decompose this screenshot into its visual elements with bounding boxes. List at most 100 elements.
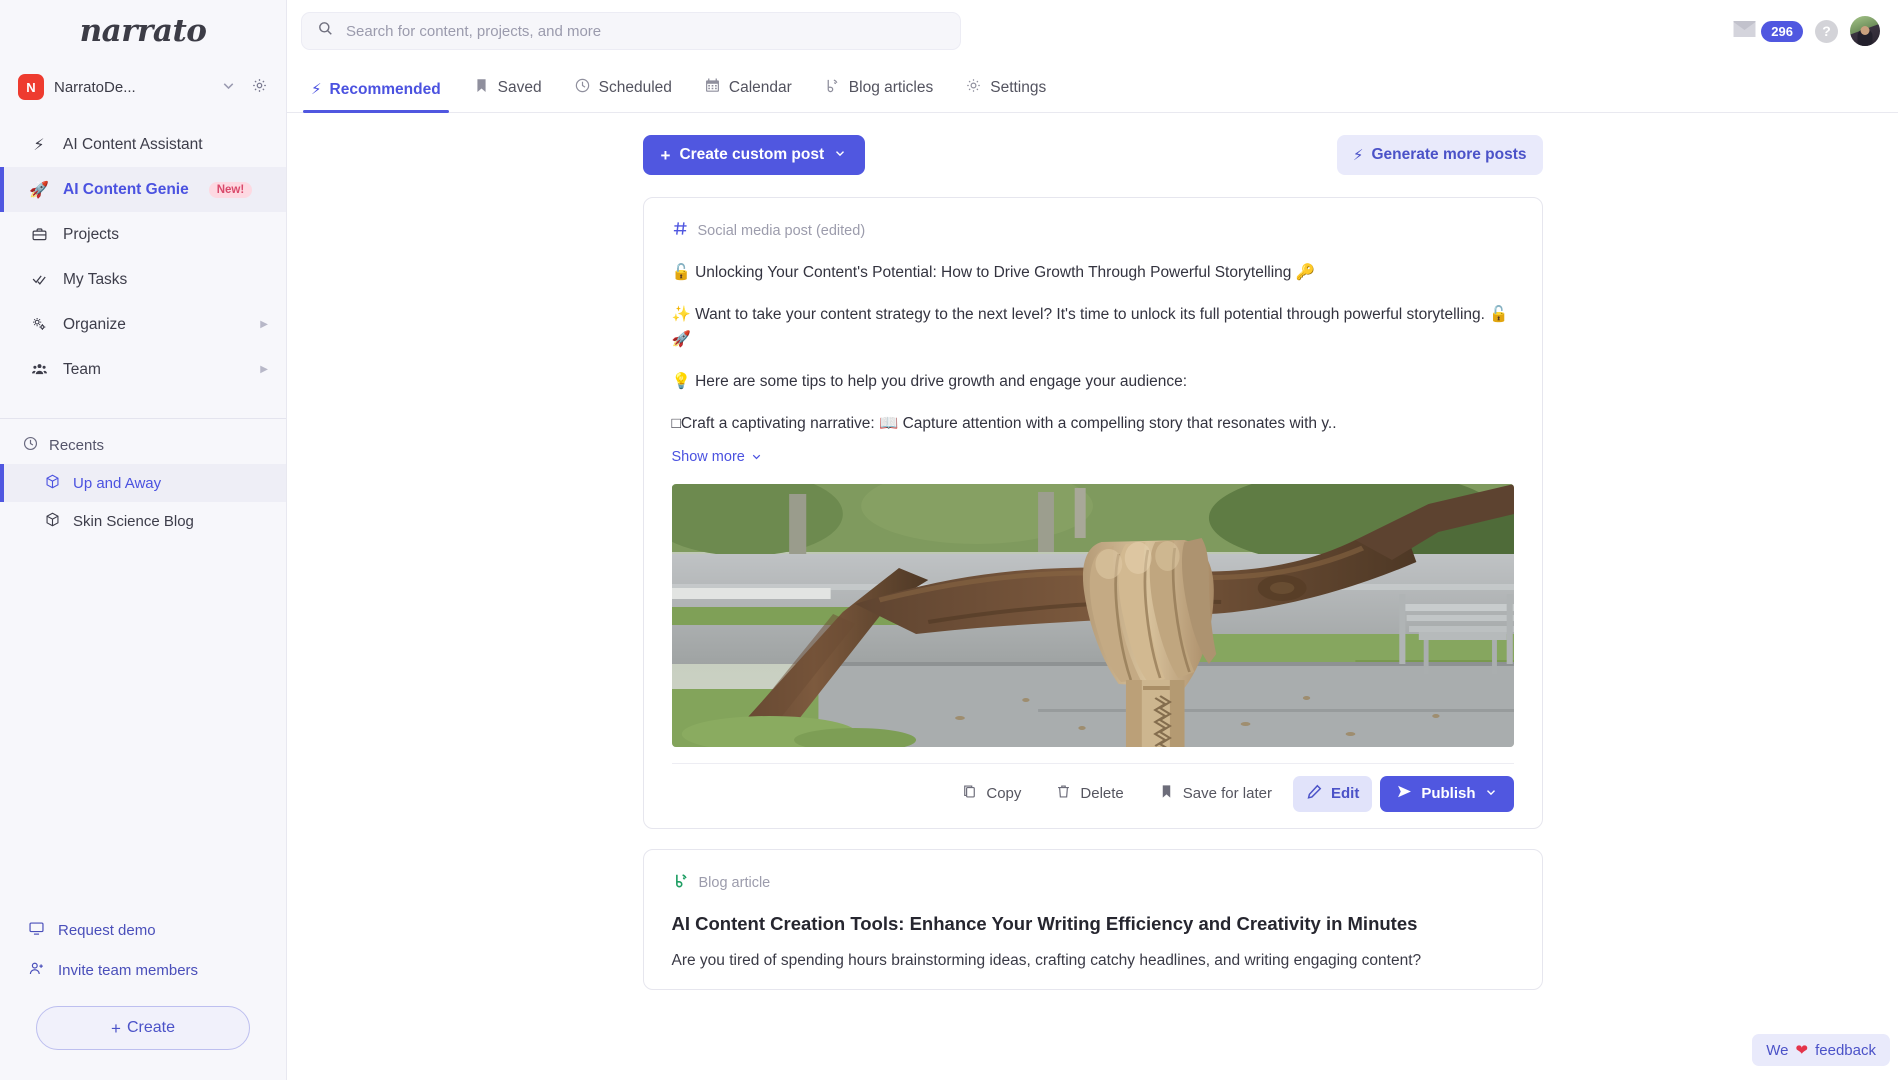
sidebar-item-label: AI Content Assistant [63, 135, 203, 153]
create-button-label: Create [126, 1019, 175, 1036]
tab-bar: ⚡ Recommended Saved Scheduled Calendar B… [287, 62, 1898, 113]
plus-icon: + [111, 1018, 121, 1038]
save-for-later-label: Save for later [1182, 785, 1272, 803]
help-icon[interactable]: ? [1815, 19, 1838, 43]
show-more-label: Show more [671, 448, 745, 465]
sidebar-item-label: Team [63, 360, 101, 378]
feedback-prefix: We [1766, 1041, 1789, 1059]
search-input[interactable] [346, 22, 945, 40]
workspace-avatar: N [18, 74, 44, 100]
chevron-down-icon [833, 146, 847, 165]
tab-label: Settings [990, 79, 1047, 96]
blog-article-body: Are you tired of spending hours brainsto… [671, 951, 1422, 969]
sidebar-item-team[interactable]: Team ▶ [0, 347, 286, 392]
blog-article-card: Blog article AI Content Creation Tools: … [642, 848, 1543, 991]
app-root: narrato N NarratoDe... ⚡ AI Content Assi… [0, 0, 1898, 1080]
post-line: 🔓 Unlocking Your Content's Potential: Ho… [671, 264, 1316, 281]
workspace-name: NarratoDe... [54, 78, 136, 96]
chevron-down-icon [1484, 785, 1498, 803]
publish-label: Publish [1421, 785, 1476, 803]
blog-icon [672, 872, 690, 895]
check-icon [28, 271, 50, 288]
post-image[interactable] [671, 483, 1514, 747]
workspace-switcher[interactable]: N NarratoDe... [0, 62, 286, 108]
gear-icon[interactable] [251, 77, 268, 98]
post-line: □Craft a captivating narrative: 📖 Captur… [671, 415, 1337, 433]
bookmark-icon [1158, 783, 1175, 804]
tab-saved[interactable]: Saved [457, 77, 558, 112]
brand-logo[interactable]: narrato [0, 0, 286, 62]
cube-icon [44, 511, 61, 532]
sidebar-item-projects[interactable]: Projects [0, 212, 286, 257]
tab-label: Recommended [329, 80, 441, 98]
sidebar-item-label: AI Content Genie [63, 180, 189, 198]
sidebar-item-ai-content-genie[interactable]: 🚀 AI Content Genie New! [0, 167, 286, 212]
post-line: ✨ Want to take your content strategy to … [671, 306, 1509, 349]
delete-button[interactable]: Delete [1042, 776, 1136, 812]
request-demo-link[interactable]: Request demo [0, 910, 286, 950]
user-avatar[interactable] [1850, 16, 1880, 46]
create-custom-post-button[interactable]: + Create custom post [642, 135, 866, 175]
action-row: + Create custom post ⚡ Generate more pos… [642, 135, 1543, 175]
gears-icon [28, 316, 50, 333]
sidebar-item-label: Organize [63, 315, 126, 333]
bottom-link-label: Request demo [58, 921, 156, 939]
save-for-later-button[interactable]: Save for later [1145, 776, 1285, 812]
rocket-icon: 🚀 [29, 180, 49, 199]
recents-header: Recents [0, 419, 286, 464]
copy-icon [961, 783, 978, 804]
sidebar-item-organize[interactable]: Organize ▶ [0, 302, 286, 347]
create-custom-post-label: Create custom post [679, 146, 825, 163]
content-scroll-area[interactable]: + Create custom post ⚡ Generate more pos… [287, 113, 1898, 1080]
edit-button[interactable]: Edit [1292, 775, 1373, 812]
recent-item-label: Up and Away [73, 474, 162, 492]
sidebar-item-my-tasks[interactable]: My Tasks [0, 257, 286, 302]
sidebar-item-ai-content-assistant[interactable]: ⚡ AI Content Assistant [0, 122, 286, 167]
recent-item-up-and-away[interactable]: Up and Away [0, 464, 286, 502]
monitor-icon [28, 920, 45, 941]
tab-calendar[interactable]: Calendar [688, 77, 808, 112]
recent-item-skin-science-blog[interactable]: Skin Science Blog [0, 502, 286, 540]
people-icon [28, 361, 50, 378]
chevron-down-icon[interactable] [220, 77, 237, 97]
sidebar-item-label: My Tasks [63, 270, 128, 288]
tab-scheduled[interactable]: Scheduled [558, 77, 688, 112]
bottom-link-label: Invite team members [58, 961, 199, 979]
tab-label: Scheduled [598, 79, 672, 96]
tab-label: Blog articles [848, 79, 934, 96]
blog-icon [824, 77, 841, 99]
tab-label: Calendar [728, 79, 792, 96]
chevron-right-icon: ▶ [260, 364, 268, 375]
bookmark-icon [473, 77, 490, 99]
blog-article-title[interactable]: AI Content Creation Tools: Enhance Your … [672, 913, 1514, 935]
tab-blog-articles[interactable]: Blog articles [808, 77, 949, 112]
create-button[interactable]: + Create [36, 1006, 250, 1050]
clock-icon [22, 435, 39, 456]
topbar: 296 ? [287, 0, 1898, 62]
new-badge: New! [208, 181, 253, 198]
main-area: 296 ? ⚡ Recommended Saved Sched [287, 0, 1898, 1080]
tab-recommended[interactable]: ⚡ Recommended [295, 80, 457, 113]
tab-label: Saved [497, 79, 542, 96]
invite-team-members-link[interactable]: Invite team members [0, 950, 286, 990]
lightning-icon: ⚡ [33, 135, 45, 154]
edit-label: Edit [1330, 785, 1360, 803]
feedback-suffix: feedback [1815, 1041, 1876, 1059]
mail-notifications[interactable]: 296 [1732, 19, 1803, 44]
post-line: 💡 Here are some tips to help you drive g… [671, 373, 1188, 391]
gear-icon [965, 77, 982, 99]
show-more-button[interactable]: Show more [672, 449, 763, 465]
sidebar-nav: ⚡ AI Content Assistant 🚀 AI Content Geni… [0, 108, 286, 392]
topbar-right: 296 ? [1732, 16, 1880, 46]
briefcase-icon [28, 226, 50, 243]
copy-button[interactable]: Copy [948, 776, 1034, 812]
post-card-actions: Copy Delete Save for later Edit Publish [671, 762, 1514, 812]
feedback-widget[interactable]: We ❤ feedback [1752, 1034, 1890, 1066]
lightning-icon: ⚡ [311, 80, 322, 98]
generate-more-posts-button[interactable]: ⚡ Generate more posts [1336, 135, 1543, 175]
tab-settings[interactable]: Settings [949, 77, 1062, 112]
publish-button[interactable]: Publish [1380, 775, 1514, 812]
hash-icon [672, 220, 689, 242]
search-box[interactable] [301, 12, 961, 50]
card-type-row: Social media post (edited) [672, 220, 1514, 242]
